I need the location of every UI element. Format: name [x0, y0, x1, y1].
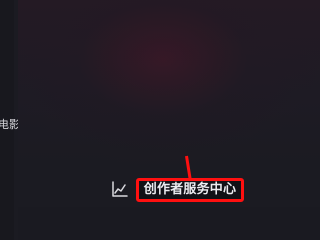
- creator-service-center-label: 创作者服务中心: [143, 182, 237, 197]
- sidebar-partial-label-text: 电影: [0, 118, 20, 131]
- video-preview-area: [18, 0, 320, 165]
- lower-panel: [18, 207, 320, 240]
- line-chart-icon[interactable]: [111, 180, 129, 198]
- app-screen: 电影 创作者服务中心: [0, 0, 320, 240]
- creator-service-center-button[interactable]: 创作者服务中心: [136, 178, 244, 202]
- sidebar-partial-label[interactable]: 电影: [0, 118, 20, 132]
